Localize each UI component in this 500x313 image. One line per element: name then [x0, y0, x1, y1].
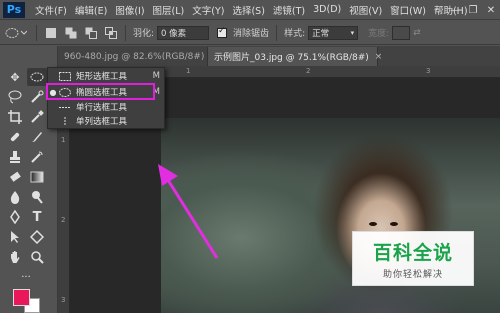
flyout-item-label: 单行选框工具	[76, 103, 128, 113]
ruler-number: 1	[186, 67, 191, 75]
flyout-item-single-column-marquee[interactable]: 单列选框工具	[48, 114, 166, 128]
rectangle-marquee-icon	[58, 71, 72, 81]
close-icon[interactable]: ✕	[482, 0, 500, 20]
path-select-tool-icon[interactable]	[5, 228, 25, 246]
tab-document-1[interactable]: 960-480.jpg @ 82.6%(RGB/8#) ×	[58, 47, 218, 66]
menu-image[interactable]: 图像(I)	[111, 3, 148, 17]
menu-type[interactable]: 文字(Y)	[188, 3, 228, 17]
divider	[276, 24, 278, 41]
foreground-color-swatch[interactable]	[13, 289, 30, 306]
photo-eye-left	[369, 222, 377, 226]
tab-document-1-label: 960-480.jpg @ 82.6%(RGB/8#)	[64, 51, 205, 62]
flyout-item-label: 单列选框工具	[76, 117, 128, 127]
menu-file[interactable]: 文件(F)	[31, 3, 71, 17]
chevron-down-icon: ▾	[350, 28, 355, 37]
style-value: 正常	[312, 28, 330, 39]
tab-document-2[interactable]: 示例图片_03.jpg @ 75.1%(RGB/8#) ×	[208, 47, 382, 66]
document-tabs: 960-480.jpg @ 82.6%(RGB/8#) × 示例图片_03.jp…	[58, 46, 500, 66]
history-brush-tool-icon[interactable]	[27, 148, 47, 166]
type-tool-icon[interactable]: T	[27, 208, 47, 226]
marquee-tool-icon[interactable]	[27, 68, 47, 86]
ruler-number: 3	[426, 67, 431, 75]
width-input[interactable]	[392, 25, 411, 40]
watermark-title: 百科全说	[372, 241, 453, 264]
menu-view[interactable]: 视图(V)	[345, 3, 386, 17]
tab-document-2-label: 示例图片_03.jpg @ 75.1%(RGB/8#)	[214, 53, 369, 63]
style-label: 样式:	[284, 29, 306, 39]
more-tools-icon[interactable]: ···	[16, 268, 36, 286]
single-column-marquee-icon	[58, 116, 72, 126]
dodge-tool-icon[interactable]	[27, 188, 47, 206]
feather-input[interactable]: 0 像素	[157, 25, 210, 40]
feather-label: 羽化:	[133, 29, 155, 39]
divider	[36, 24, 37, 41]
ruler-number: 3	[61, 296, 66, 304]
antialias-label: 消除锯齿	[233, 29, 270, 39]
shape-tool-icon[interactable]	[27, 228, 47, 246]
options-bar: 羽化: 0 像素 消除锯齿 样式: 正常 ▾ 宽度: ⇄	[0, 21, 500, 45]
photo-eye-right	[390, 222, 398, 226]
style-select[interactable]: 正常 ▾	[308, 25, 359, 40]
tab-close-icon[interactable]: ×	[375, 52, 383, 62]
menu-filter[interactable]: 滤镜(T)	[269, 3, 309, 17]
divider	[125, 24, 126, 41]
menu-edit[interactable]: 编辑(E)	[71, 3, 111, 17]
eyedropper-tool-icon[interactable]	[27, 108, 47, 126]
spot-healing-tool-icon[interactable]	[5, 128, 25, 146]
ruler-number: 2	[61, 216, 66, 224]
clone-stamp-tool-icon[interactable]	[5, 148, 25, 166]
subtract-selection-icon[interactable]	[84, 26, 98, 40]
tool-preset-icon[interactable]	[3, 26, 29, 40]
flyout-item-shortcut: M	[152, 71, 160, 81]
add-selection-icon[interactable]	[64, 26, 78, 40]
zoom-tool-icon[interactable]	[27, 248, 47, 266]
watermark-subtitle: 助你轻松解决	[382, 269, 443, 280]
new-selection-icon[interactable]	[44, 26, 58, 40]
menu-bar: Ps 文件(F) 编辑(E) 图像(I) 图层(L) 文字(Y) 选择(S) 滤…	[0, 0, 500, 20]
flyout-item-rectangular-marquee[interactable]: 矩形选框工具 M	[48, 69, 166, 83]
menu-select[interactable]: 选择(S)	[228, 3, 268, 17]
menu-window[interactable]: 窗口(W)	[386, 3, 430, 17]
intersect-selection-icon[interactable]	[104, 26, 118, 40]
ruler-number: 2	[306, 67, 311, 75]
window-controls: — ❐ ✕	[446, 0, 500, 20]
hand-tool-icon[interactable]	[5, 248, 25, 266]
move-tool-icon[interactable]: ✥	[5, 68, 25, 86]
lasso-tool-icon[interactable]	[5, 88, 25, 106]
quick-select-tool-icon[interactable]	[27, 88, 47, 106]
crop-tool-icon[interactable]	[5, 108, 25, 126]
watermark: 百科全说 助你轻松解决	[352, 231, 474, 286]
menu-layer[interactable]: 图层(L)	[149, 3, 189, 17]
width-label: 宽度:	[368, 29, 390, 39]
gradient-tool-icon[interactable]	[27, 168, 47, 186]
maximize-icon[interactable]: ❐	[464, 0, 482, 20]
single-row-marquee-icon	[58, 102, 72, 112]
ruler-number: 1	[61, 136, 66, 144]
flyout-item-label: 矩形选框工具	[76, 72, 128, 82]
pen-tool-icon[interactable]	[5, 208, 25, 226]
eraser-tool-icon[interactable]	[5, 168, 25, 186]
menu-3d[interactable]: 3D(D)	[309, 4, 345, 15]
brush-tool-icon[interactable]	[27, 128, 47, 146]
antialias-checkbox[interactable]	[217, 26, 228, 38]
swap-icon[interactable]: ⇄	[413, 28, 421, 38]
flyout-item-single-row-marquee[interactable]: 单行选框工具	[48, 100, 166, 114]
photoshop-logo: Ps	[3, 1, 25, 18]
annotation-highlight-box	[46, 83, 155, 100]
minimize-icon[interactable]: —	[446, 0, 464, 20]
blur-tool-icon[interactable]	[5, 188, 25, 206]
